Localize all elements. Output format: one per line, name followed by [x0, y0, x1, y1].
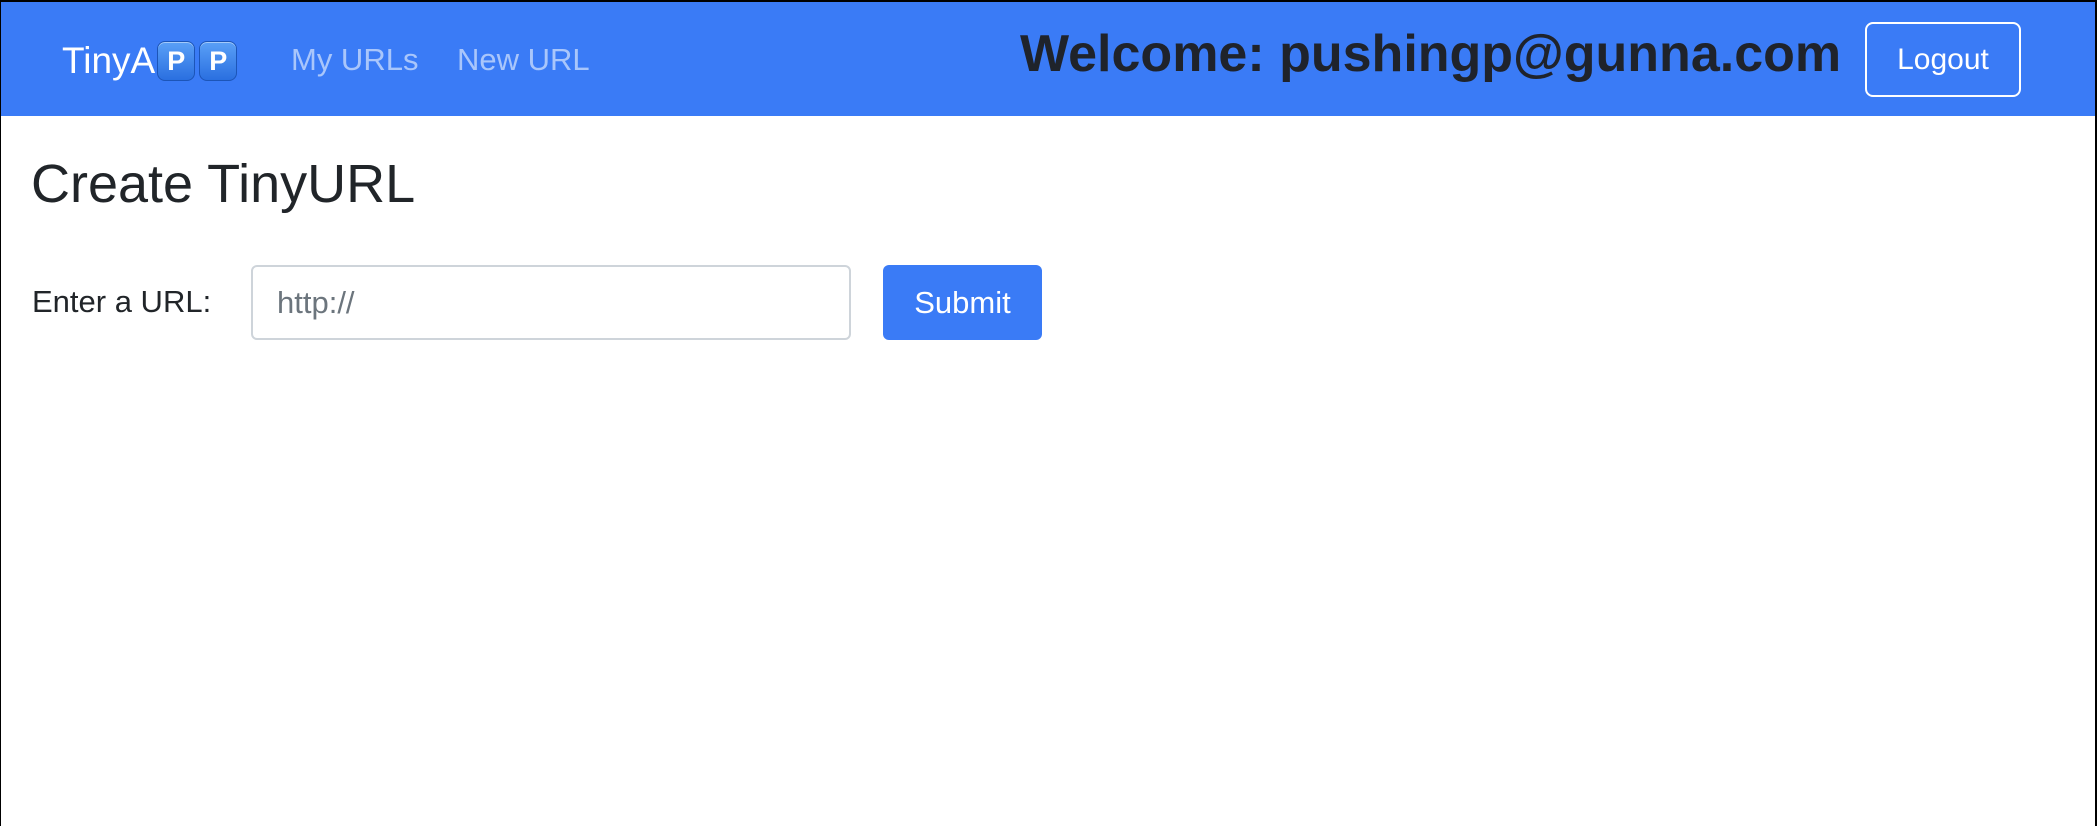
- logout-button[interactable]: Logout: [1865, 22, 2021, 97]
- brand-logo[interactable]: TinyA P P: [62, 38, 238, 84]
- submit-button[interactable]: Submit: [883, 265, 1042, 340]
- welcome-message: Welcome: pushingp@gunna.com: [1020, 25, 1842, 83]
- page-title: Create TinyURL: [31, 154, 416, 214]
- brand-text: TinyA: [62, 40, 156, 81]
- nav-link-new-url[interactable]: New URL: [457, 40, 590, 80]
- window-frame: [0, 0, 2097, 826]
- nav-link-my-urls[interactable]: My URLs: [291, 40, 418, 80]
- url-input[interactable]: [251, 265, 851, 340]
- p-button-emoji-icon: P: [199, 41, 238, 81]
- url-field-label: Enter a URL:: [32, 284, 212, 319]
- p-button-emoji-icon: P: [157, 41, 196, 81]
- top-navbar: TinyA P P My URLs New URL Welcome: pushi…: [0, 0, 2097, 116]
